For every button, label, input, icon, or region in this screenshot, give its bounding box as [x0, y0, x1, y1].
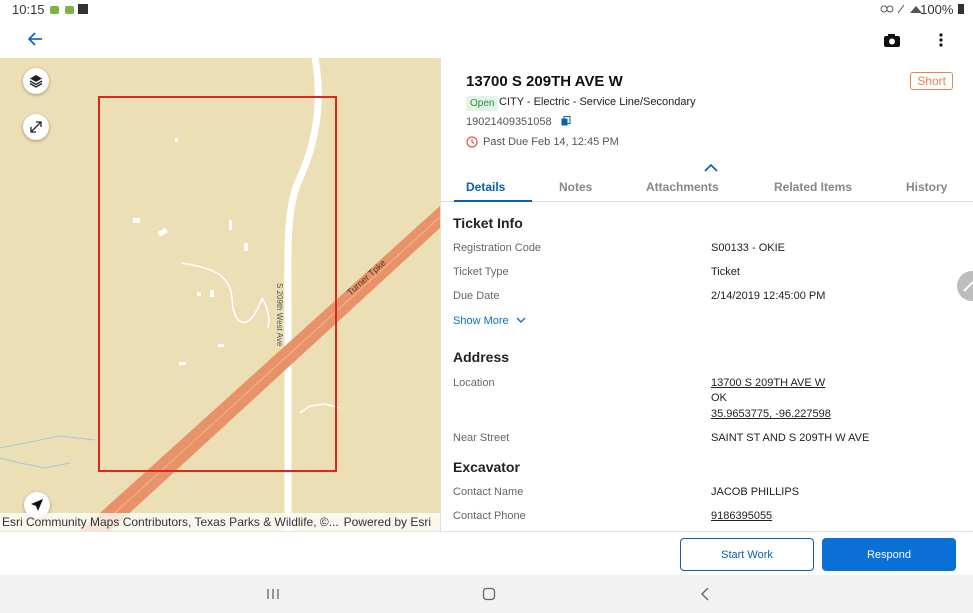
building [179, 362, 186, 365]
navigation-icon [31, 499, 43, 511]
tab-details[interactable]: Details [466, 180, 505, 194]
near-street-value: SAINT ST AND S 209TH W AVE [711, 432, 870, 444]
layers-icon [29, 75, 43, 88]
near-street-label: Near Street [453, 432, 510, 444]
turnpike-centerline [94, 216, 440, 531]
more-vert-icon[interactable] [938, 32, 944, 48]
pencil-icon [963, 281, 973, 292]
action-bar: Start Work Respond [0, 531, 973, 575]
priority-badge: Short [910, 72, 953, 90]
start-work-button[interactable]: Start Work [680, 538, 814, 571]
tab-related-items[interactable]: Related Items [774, 180, 852, 194]
battery-percent: 100% [920, 2, 954, 17]
contact-name-value: JACOB PHILLIPS [711, 486, 800, 498]
attribution-text: Esri Community Maps Contributors, Texas … [2, 515, 339, 529]
tab-notes[interactable]: Notes [559, 180, 592, 194]
building [197, 292, 201, 296]
registration-code-value: S00133 - OKIE [711, 242, 785, 254]
building [175, 138, 178, 142]
building [210, 290, 214, 297]
road-label: S 209th West Ave [275, 283, 284, 347]
chevron-down-icon [516, 317, 526, 323]
edit-fab[interactable] [957, 271, 973, 301]
stream-line [0, 435, 96, 449]
contact-phone-link[interactable]: 9186395055 [711, 510, 772, 522]
building [133, 218, 140, 223]
chevron-up-icon[interactable] [704, 164, 718, 172]
app-toolbar [0, 20, 973, 58]
status-badge: Open [466, 96, 499, 111]
due-date-value: 2/14/2019 12:45:00 PM [711, 290, 826, 302]
location-address-link[interactable]: 13700 S 209TH AVE W [711, 377, 825, 389]
building [244, 243, 248, 251]
android-notification-icon [50, 4, 88, 14]
status-time: 10:15 [12, 2, 45, 17]
battery-icon [958, 4, 964, 14]
show-more-link[interactable]: Show More [453, 315, 526, 327]
home-icon[interactable] [482, 587, 496, 601]
local-road [261, 297, 270, 329]
map-view[interactable]: S 209th West Ave Turner Tpke Esri Commun… [0, 58, 440, 531]
ticket-number: 19021409351058 [466, 116, 571, 128]
map-canvas[interactable] [0, 58, 440, 531]
detail-tabs: Details Notes Attachments Related Items … [441, 174, 973, 202]
location-label: Location [453, 377, 495, 389]
local-road [181, 262, 263, 324]
due-date-label: Due Date [453, 290, 500, 302]
layers-button[interactable] [23, 68, 49, 94]
ticket-number-text: 19021409351058 [466, 116, 552, 128]
recent-apps-icon[interactable] [266, 588, 280, 600]
status-icons [880, 4, 922, 14]
status-bar: 10:15 100% [0, 0, 973, 20]
turnpike-road [80, 206, 440, 531]
building [218, 344, 224, 347]
powered-by-text: Powered by Esri [343, 515, 431, 529]
past-due-text: Past Due Feb 14, 12:45 PM [483, 136, 619, 148]
map-attribution: Esri Community Maps Contributors, Texas … [0, 513, 440, 531]
battery-status: 100% [920, 2, 965, 17]
ticket-details-panel: 13700 S 209TH AVE W Short Open CITY - El… [440, 58, 973, 531]
system-nav-bar [0, 575, 973, 613]
show-more-text: Show More [453, 315, 509, 327]
ticket-type-label: Ticket Type [453, 266, 509, 278]
location-state: OK [711, 392, 727, 404]
expand-button[interactable] [23, 114, 49, 140]
contact-phone-label: Contact Phone [453, 510, 526, 522]
clock-icon [466, 136, 478, 148]
tab-history[interactable]: History [906, 180, 947, 194]
road-s-209th [284, 58, 322, 531]
ticket-type-value: Ticket [711, 266, 740, 278]
camera-icon[interactable] [883, 33, 901, 47]
address-heading: Address [453, 349, 510, 365]
registration-code-label: Registration Code [453, 242, 542, 254]
ticket-info-heading: Ticket Info [453, 215, 523, 231]
active-tab-indicator [454, 200, 532, 202]
arrow-left-icon[interactable] [27, 32, 43, 46]
location-coords-link[interactable]: 35.9653775, -96.227598 [711, 408, 831, 420]
copy-icon[interactable] [561, 116, 571, 126]
building [157, 227, 168, 237]
ticket-address-title: 13700 S 209TH AVE W [466, 73, 623, 90]
excavator-heading: Excavator [453, 459, 520, 475]
respond-button[interactable]: Respond [822, 538, 956, 571]
ticket-category: CITY - Electric - Service Line/Secondary [499, 96, 696, 108]
tab-attachments[interactable]: Attachments [646, 180, 719, 194]
local-road [299, 403, 341, 414]
expand-icon [30, 121, 42, 133]
back-nav-icon[interactable] [700, 587, 710, 601]
building [229, 220, 232, 230]
contact-name-label: Contact Name [453, 486, 524, 498]
stream-line [0, 457, 71, 469]
